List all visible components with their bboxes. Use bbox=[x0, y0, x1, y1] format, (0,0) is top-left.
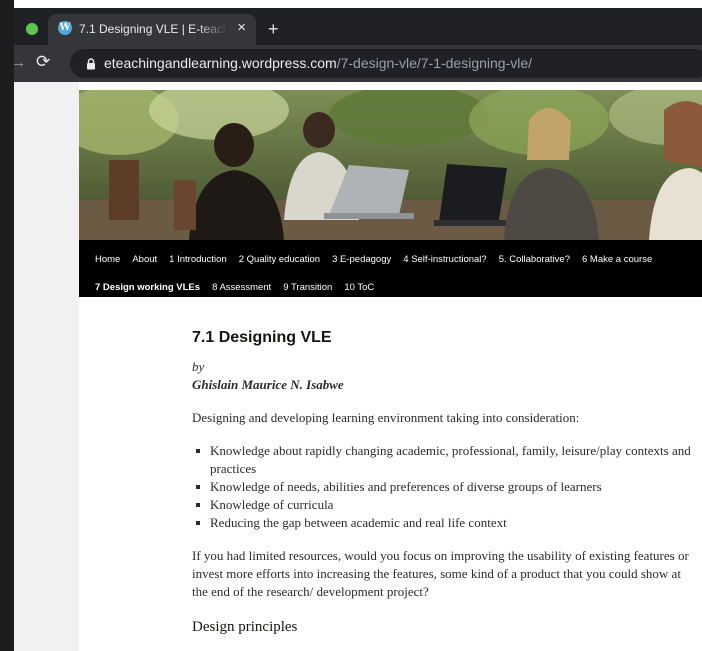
browser-toolbar: → ⟳ eteachingandlearning.wordpress.com/7… bbox=[0, 45, 702, 82]
url-text: eteachingandlearning.wordpress.com/7-des… bbox=[104, 55, 532, 72]
browser-tab-strip: W 7.1 Designing VLE | E-teaching and lea… bbox=[0, 8, 702, 45]
header-photo-illustration bbox=[79, 90, 702, 240]
list-item: Knowledge of needs, abilities and prefer… bbox=[196, 478, 692, 496]
nav-item-self-instructional[interactable]: 4 Self-instructional? bbox=[403, 254, 486, 266]
nav-item-introduction[interactable]: 1 Introduction bbox=[169, 254, 227, 266]
list-item: Knowledge of curricula bbox=[196, 496, 692, 514]
intro-text: Designing and developing learning enviro… bbox=[192, 410, 580, 425]
article-content: 7.1 Designing VLE by Ghislain Maurice N.… bbox=[192, 328, 692, 637]
tab-title: 7.1 Designing VLE | E-teaching and learn… bbox=[79, 22, 227, 36]
window-frame-left bbox=[0, 0, 14, 651]
browser-tab-active[interactable]: W 7.1 Designing VLE | E-teaching and lea… bbox=[48, 14, 256, 45]
close-tab-button[interactable]: × bbox=[237, 19, 246, 37]
list-item: Knowledge about rapidly changing academi… bbox=[196, 443, 691, 476]
header-photo bbox=[79, 90, 702, 240]
nav-item-make-a-course[interactable]: 6 Make a course bbox=[582, 254, 652, 266]
author-name: Ghislain Maurice N. Isabwe bbox=[192, 377, 344, 392]
nav-item-collaborative[interactable]: 5. Collaborative? bbox=[499, 254, 570, 266]
byline-label: by bbox=[192, 359, 205, 374]
wordpress-icon: W bbox=[58, 21, 72, 35]
url-host: eteachingandlearning.wordpress.com bbox=[104, 55, 337, 71]
new-tab-button[interactable]: + bbox=[268, 20, 279, 38]
section-heading-design-principles: Design principles bbox=[192, 619, 298, 635]
lock-icon[interactable] bbox=[86, 58, 96, 70]
site-nav-row-1: Home About 1 Introduction 2 Quality educati… bbox=[95, 249, 664, 267]
nav-item-quality-education[interactable]: 2 Quality education bbox=[239, 254, 320, 266]
list-item: Reducing the gap between academic and re… bbox=[196, 514, 692, 532]
nav-item-home[interactable]: Home bbox=[95, 254, 120, 266]
nav-item-design-working-vles[interactable]: 7 Design working VLEs bbox=[95, 282, 200, 294]
address-bar[interactable]: eteachingandlearning.wordpress.com/7-des… bbox=[70, 49, 702, 78]
nav-item-assessment[interactable]: 8 Assessment bbox=[212, 282, 271, 294]
reload-icon[interactable]: ⟳ bbox=[36, 52, 50, 72]
window-frame-top bbox=[0, 0, 702, 8]
nav-item-e-pedagogy[interactable]: 3 E-pedagogy bbox=[332, 254, 391, 266]
nav-item-toc[interactable]: 10 ToC bbox=[344, 282, 374, 294]
site-container: Home About 1 Introduction 2 Quality educati… bbox=[79, 82, 702, 651]
nav-item-about[interactable]: About bbox=[132, 254, 157, 266]
page-title: 7.1 Designing VLE bbox=[192, 329, 332, 346]
question-paragraph: If you had limited resources, would you … bbox=[192, 548, 689, 599]
page-viewport[interactable]: Home About 1 Introduction 2 Quality educati… bbox=[14, 82, 702, 651]
url-path: /7-design-vle/7-1-designing-vle/ bbox=[336, 55, 533, 71]
zoom-window-button[interactable] bbox=[26, 23, 38, 35]
site-nav-row-2: 7 Design working VLEs 8 Assessment 9 Trans… bbox=[95, 277, 386, 295]
nav-item-transition[interactable]: 9 Transition bbox=[283, 282, 332, 294]
considerations-list: Knowledge about rapidly changing academi… bbox=[192, 442, 692, 532]
site-navigation: Home About 1 Introduction 2 Quality educati… bbox=[79, 240, 702, 297]
